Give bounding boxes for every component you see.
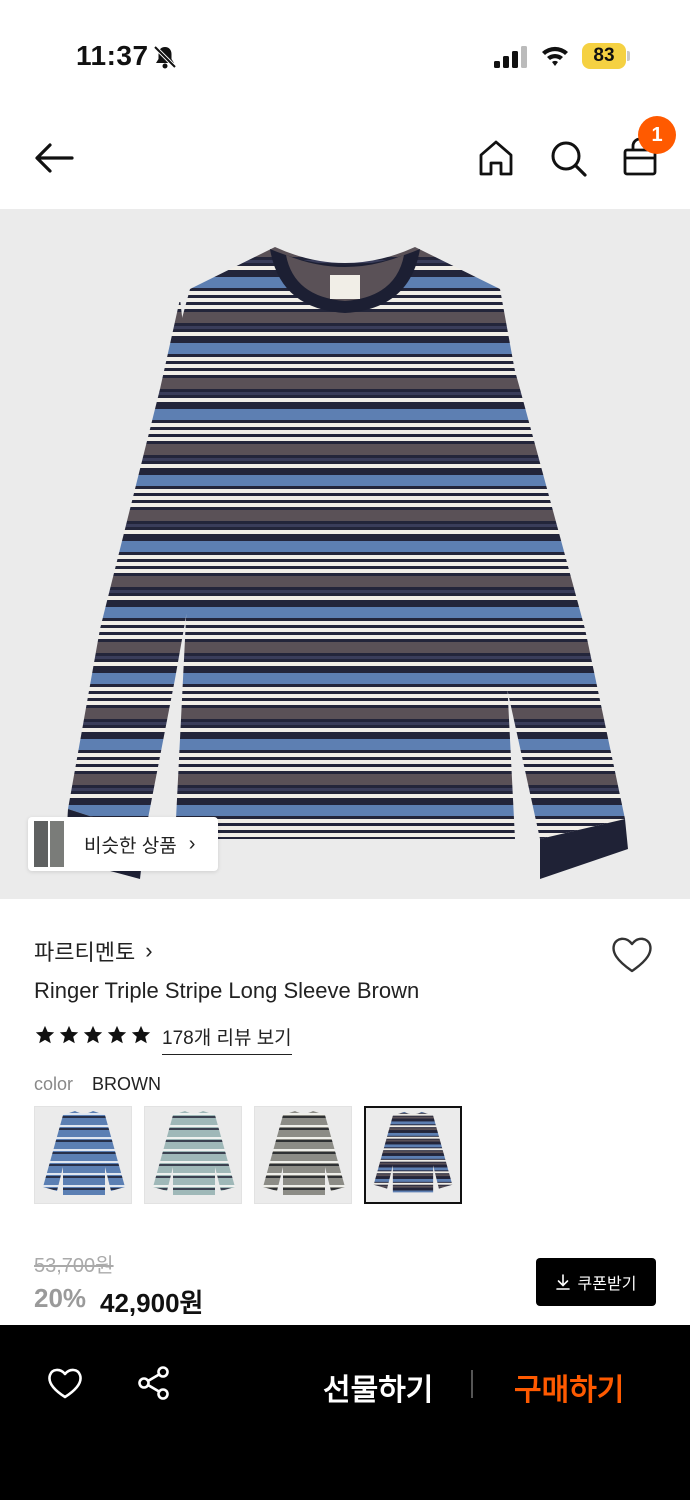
share-icon[interactable] xyxy=(136,1365,172,1401)
discount-rate: 20% xyxy=(34,1283,87,1313)
color-swatch-blue[interactable] xyxy=(34,1106,132,1204)
bell-off-icon xyxy=(153,45,177,69)
home-icon[interactable] xyxy=(474,136,518,180)
chevron-right-icon: › xyxy=(145,938,153,963)
coupon-download-button[interactable]: 쿠폰받기 xyxy=(536,1258,656,1306)
color-swatch-grey[interactable] xyxy=(254,1106,352,1204)
swatch-sweater-mint xyxy=(153,1111,235,1195)
star-icon xyxy=(59,1025,79,1044)
wifi-icon xyxy=(542,46,568,66)
chevron-right-icon: › xyxy=(188,832,196,855)
product-title: Ringer Triple Stripe Long Sleeve Brown xyxy=(34,978,420,1003)
battery-tip xyxy=(627,51,630,61)
buy-button[interactable]: 구매하기 xyxy=(514,1365,624,1409)
star-icon xyxy=(107,1025,127,1044)
battery-indicator: 83 xyxy=(582,43,626,69)
brand-link[interactable]: 파르티멘토 › xyxy=(34,935,153,967)
swatch-sweater-brown xyxy=(373,1111,453,1193)
star-icon xyxy=(35,1025,55,1044)
review-link[interactable]: 178개 리뷰 보기 xyxy=(162,1023,292,1055)
original-price: 53,700원 xyxy=(34,1255,114,1277)
similar-products-button[interactable]: 비슷한 상품 › xyxy=(28,817,218,871)
button-divider xyxy=(471,1370,473,1398)
search-icon[interactable] xyxy=(546,136,590,180)
wishlist-heart-icon[interactable] xyxy=(610,934,654,974)
similar-thumbnail xyxy=(30,817,70,871)
status-time: 11:37 xyxy=(76,40,149,71)
striped-sweater-illustration xyxy=(65,247,628,879)
cart-count-badge: 1 xyxy=(638,116,676,154)
gift-button[interactable]: 선물하기 xyxy=(323,1365,433,1409)
star-icon xyxy=(83,1025,103,1044)
product-main-image[interactable] xyxy=(0,209,690,899)
swatch-sweater-blue xyxy=(43,1111,125,1195)
bottom-action-bar xyxy=(0,1325,690,1500)
brand-name: 파르티멘토 xyxy=(34,940,136,965)
download-icon xyxy=(555,1274,570,1290)
color-value: BROWN xyxy=(92,1074,161,1094)
back-arrow-icon[interactable] xyxy=(32,136,76,180)
color-label: color xyxy=(34,1074,74,1094)
swatch-sweater-grey xyxy=(263,1111,345,1195)
color-swatch-brown[interactable] xyxy=(364,1106,462,1204)
rating-stars xyxy=(34,1024,152,1046)
cellular-signal-icon xyxy=(494,46,527,68)
similar-products-label: 비슷한 상품 xyxy=(84,835,177,857)
coupon-button-label: 쿠폰받기 xyxy=(577,1276,637,1293)
heart-icon[interactable] xyxy=(46,1366,84,1400)
color-swatch-mint[interactable] xyxy=(144,1106,242,1204)
sale-price: 42,900원 xyxy=(100,1288,204,1318)
star-icon xyxy=(131,1025,151,1044)
